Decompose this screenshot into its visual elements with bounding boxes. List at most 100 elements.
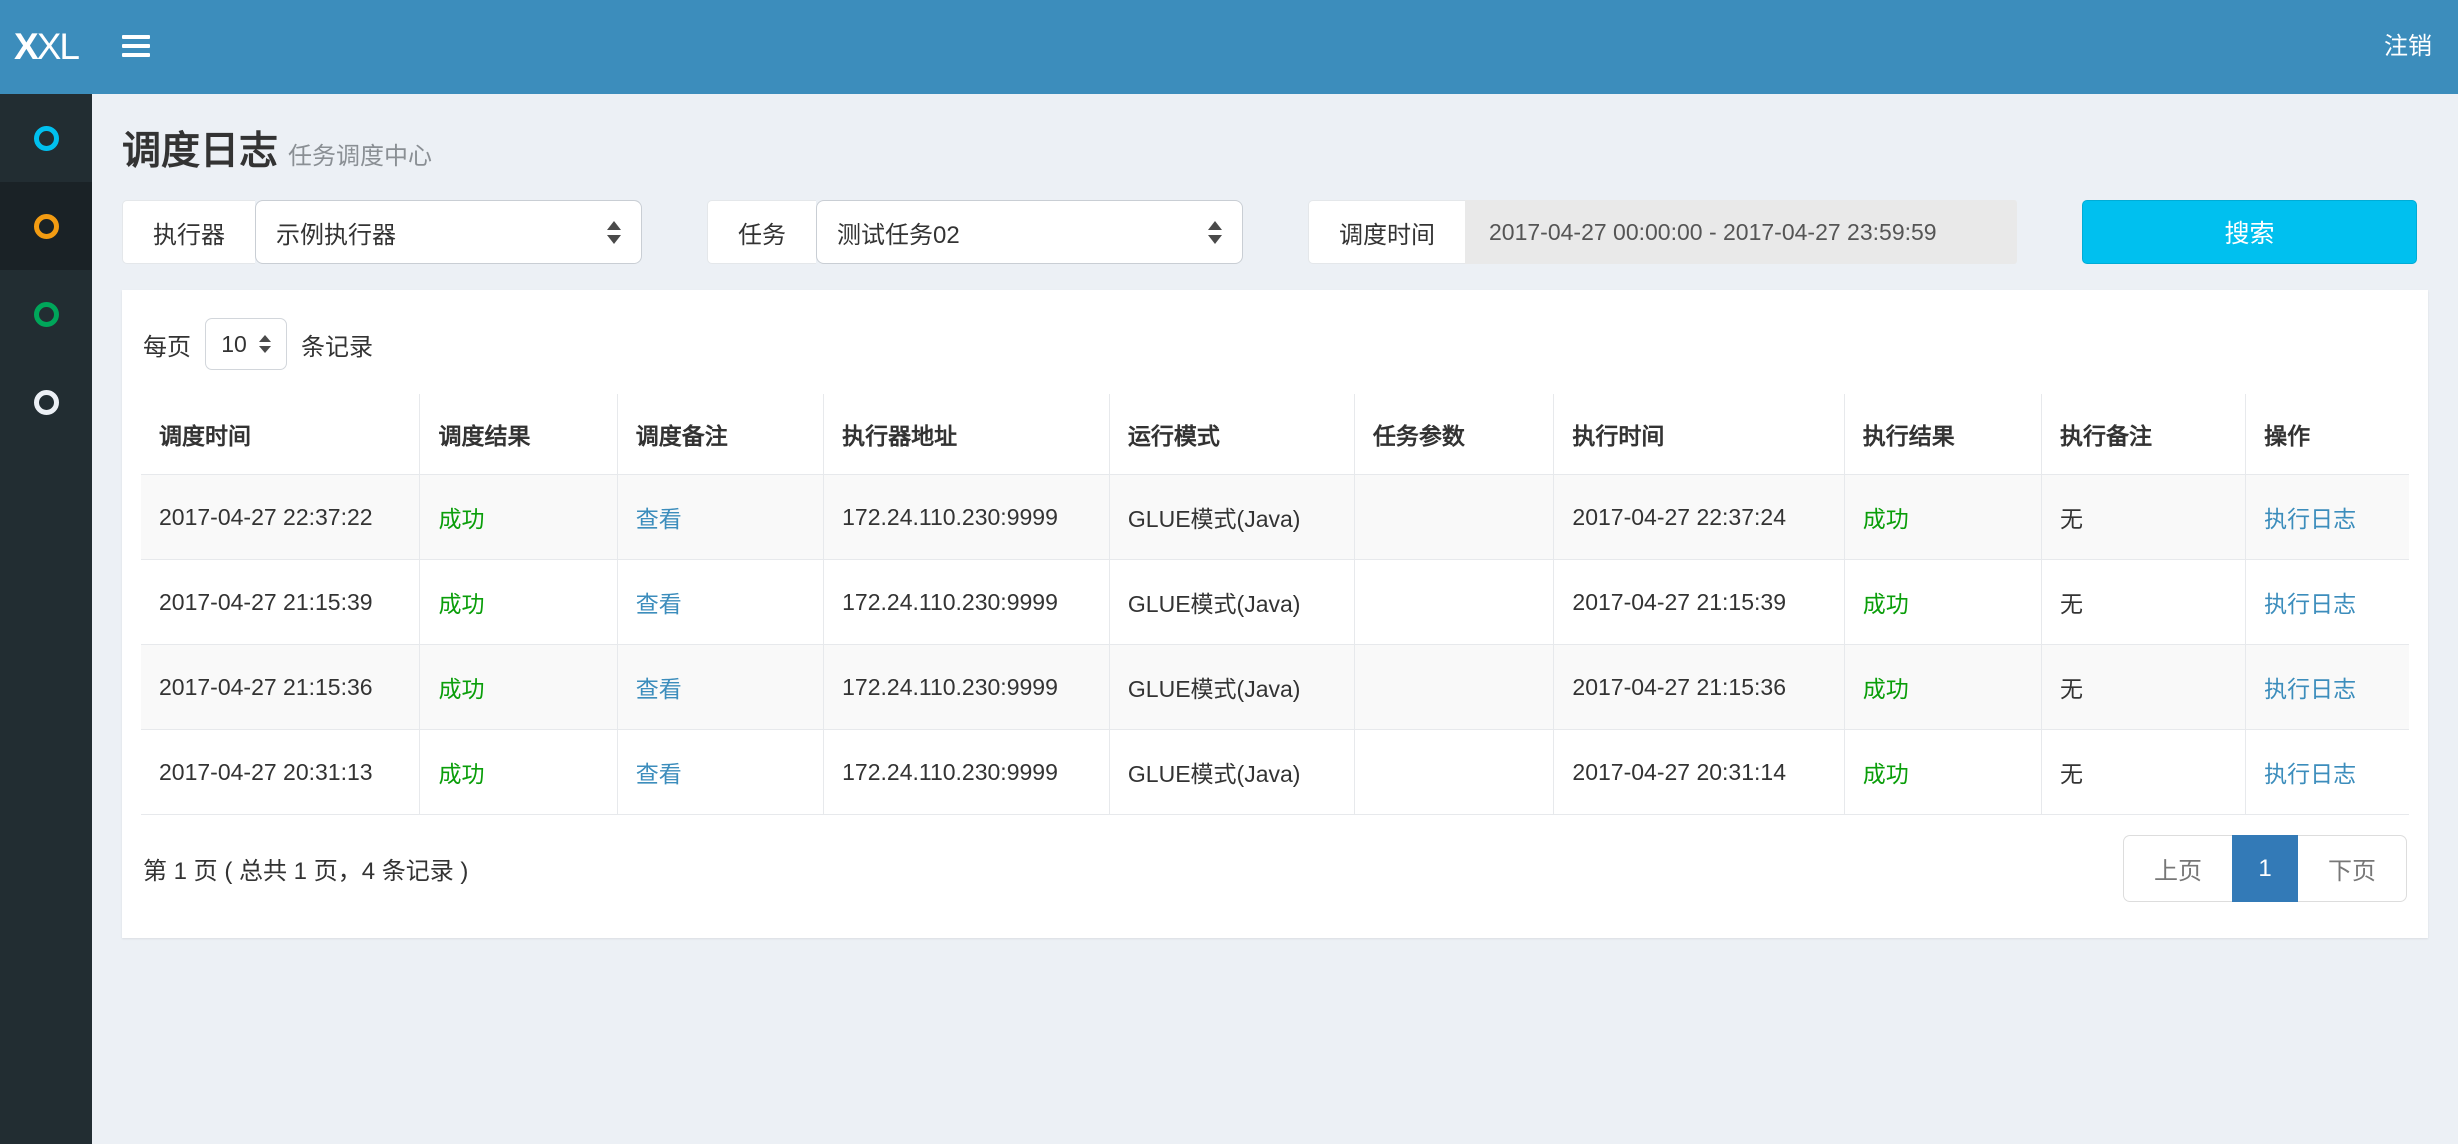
job-filter-group: 任务 测试任务02 — [707, 200, 1243, 264]
job-select[interactable]: 测试任务02 — [816, 200, 1243, 264]
cell-run-mode: GLUE模式(Java) — [1109, 645, 1354, 730]
main-content: 调度日志任务调度中心 执行器 示例执行器 任务 测试任务02 调度时间 搜索 每… — [92, 94, 2458, 938]
sidebar — [0, 94, 92, 1144]
hamburger-icon — [122, 35, 150, 39]
col-header-trigger-result: 调度结果 — [420, 394, 617, 475]
sidebar-item-2[interactable] — [0, 182, 92, 270]
app-logo[interactable]: XXL — [0, 0, 92, 94]
table-row: 2017-04-27 20:31:13 成功 查看 172.24.110.230… — [141, 730, 2409, 815]
exec-log-link[interactable]: 执行日志 — [2246, 645, 2409, 730]
col-header-mode: 运行模式 — [1109, 394, 1354, 475]
cell-handle-msg: 无 — [2042, 645, 2246, 730]
cell-handle-result: 成功 — [1844, 475, 2041, 560]
trigger-time-filter-group: 调度时间 — [1308, 200, 2017, 264]
cell-trigger-time: 2017-04-27 22:37:22 — [141, 475, 420, 560]
page-size-control: 每页 10 条记录 — [143, 318, 2409, 370]
cell-executor-address: 172.24.110.230:9999 — [824, 730, 1110, 815]
logo-text-bold: X — [14, 26, 37, 68]
col-header-param: 任务参数 — [1354, 394, 1554, 475]
cell-trigger-result: 成功 — [420, 645, 617, 730]
cell-run-mode: GLUE模式(Java) — [1109, 730, 1354, 815]
prev-page-button[interactable]: 上页 — [2123, 835, 2232, 902]
pagination-buttons: 上页 1 下页 — [2123, 835, 2407, 902]
sidebar-item-4[interactable] — [0, 358, 92, 446]
trigger-time-filter-label: 调度时间 — [1308, 200, 1465, 264]
cell-trigger-result: 成功 — [420, 560, 617, 645]
page-size-value: 10 — [221, 331, 247, 358]
cell-run-mode: GLUE模式(Java) — [1109, 475, 1354, 560]
cell-handle-result: 成功 — [1844, 645, 2041, 730]
table-row: 2017-04-27 21:15:39 成功 查看 172.24.110.230… — [141, 560, 2409, 645]
cell-job-param — [1354, 730, 1554, 815]
sidebar-item-3[interactable] — [0, 270, 92, 358]
circle-icon — [34, 214, 59, 239]
sidebar-toggle-button[interactable] — [122, 35, 150, 62]
top-navbar: XXL 注销 — [0, 0, 2458, 94]
page-size-select[interactable]: 10 — [205, 318, 287, 370]
cell-trigger-result: 成功 — [420, 730, 617, 815]
page-subtitle: 任务调度中心 — [288, 143, 432, 170]
select-arrows-icon — [607, 221, 621, 244]
view-trigger-msg-link[interactable]: 查看 — [617, 560, 823, 645]
logo-text: XL — [37, 26, 78, 68]
cell-handle-time: 2017-04-27 21:15:39 — [1554, 560, 1844, 645]
col-header-trigger-msg: 调度备注 — [617, 394, 823, 475]
cell-run-mode: GLUE模式(Java) — [1109, 560, 1354, 645]
next-page-button[interactable]: 下页 — [2298, 835, 2407, 902]
log-panel: 每页 10 条记录 调度时间 调度结果 调度备注 执行器地址 运行模式 — [122, 290, 2428, 938]
cell-executor-address: 172.24.110.230:9999 — [824, 645, 1110, 730]
page-title: 调度日志任务调度中心 — [122, 120, 2428, 176]
col-header-handle-time: 执行时间 — [1554, 394, 1844, 475]
cell-job-param — [1354, 475, 1554, 560]
cell-job-param — [1354, 560, 1554, 645]
cell-handle-result: 成功 — [1844, 560, 2041, 645]
executor-filter-group: 执行器 示例执行器 — [122, 200, 642, 264]
table-row: 2017-04-27 21:15:36 成功 查看 172.24.110.230… — [141, 645, 2409, 730]
circle-icon — [34, 126, 59, 151]
cell-trigger-time: 2017-04-27 21:15:39 — [141, 560, 420, 645]
sidebar-item-1[interactable] — [0, 94, 92, 182]
job-select-value: 测试任务02 — [837, 215, 960, 250]
circle-icon — [34, 390, 59, 415]
search-button[interactable]: 搜索 — [2082, 200, 2417, 264]
cell-handle-time: 2017-04-27 22:37:24 — [1554, 475, 1844, 560]
page-title-text: 调度日志 — [122, 130, 278, 173]
select-arrows-icon — [1208, 221, 1222, 244]
content-header: 调度日志任务调度中心 — [92, 94, 2458, 192]
col-header-handle-msg: 执行备注 — [2042, 394, 2246, 475]
executor-select-value: 示例执行器 — [276, 215, 396, 250]
view-trigger-msg-link[interactable]: 查看 — [617, 475, 823, 560]
log-table: 调度时间 调度结果 调度备注 执行器地址 运行模式 任务参数 执行时间 执行结果… — [141, 394, 2409, 815]
cell-handle-msg: 无 — [2042, 730, 2246, 815]
circle-icon — [34, 302, 59, 327]
cell-executor-address: 172.24.110.230:9999 — [824, 475, 1110, 560]
cell-trigger-result: 成功 — [420, 475, 617, 560]
trigger-time-range-input[interactable] — [1465, 200, 2017, 264]
view-trigger-msg-link[interactable]: 查看 — [617, 645, 823, 730]
cell-handle-time: 2017-04-27 21:15:36 — [1554, 645, 1844, 730]
col-header-trigger-time: 调度时间 — [141, 394, 420, 475]
exec-log-link[interactable]: 执行日志 — [2246, 730, 2409, 815]
view-trigger-msg-link[interactable]: 查看 — [617, 730, 823, 815]
job-filter-label: 任务 — [707, 200, 816, 264]
table-row: 2017-04-27 22:37:22 成功 查看 172.24.110.230… — [141, 475, 2409, 560]
col-header-address: 执行器地址 — [824, 394, 1110, 475]
table-header-row: 调度时间 调度结果 调度备注 执行器地址 运行模式 任务参数 执行时间 执行结果… — [141, 394, 2409, 475]
cell-job-param — [1354, 645, 1554, 730]
logout-link[interactable]: 注销 — [2384, 0, 2432, 94]
cell-executor-address: 172.24.110.230:9999 — [824, 560, 1110, 645]
current-page-button[interactable]: 1 — [2232, 835, 2298, 902]
exec-log-link[interactable]: 执行日志 — [2246, 560, 2409, 645]
cell-handle-time: 2017-04-27 20:31:14 — [1554, 730, 1844, 815]
select-arrows-icon — [259, 335, 271, 353]
exec-log-link[interactable]: 执行日志 — [2246, 475, 2409, 560]
executor-filter-label: 执行器 — [122, 200, 255, 264]
executor-select[interactable]: 示例执行器 — [255, 200, 642, 264]
cell-handle-result: 成功 — [1844, 730, 2041, 815]
cell-trigger-time: 2017-04-27 20:31:13 — [141, 730, 420, 815]
cell-trigger-time: 2017-04-27 21:15:36 — [141, 645, 420, 730]
page-size-prefix-label: 每页 — [143, 327, 191, 362]
cell-handle-msg: 无 — [2042, 475, 2246, 560]
col-header-action: 操作 — [2246, 394, 2409, 475]
cell-handle-msg: 无 — [2042, 560, 2246, 645]
